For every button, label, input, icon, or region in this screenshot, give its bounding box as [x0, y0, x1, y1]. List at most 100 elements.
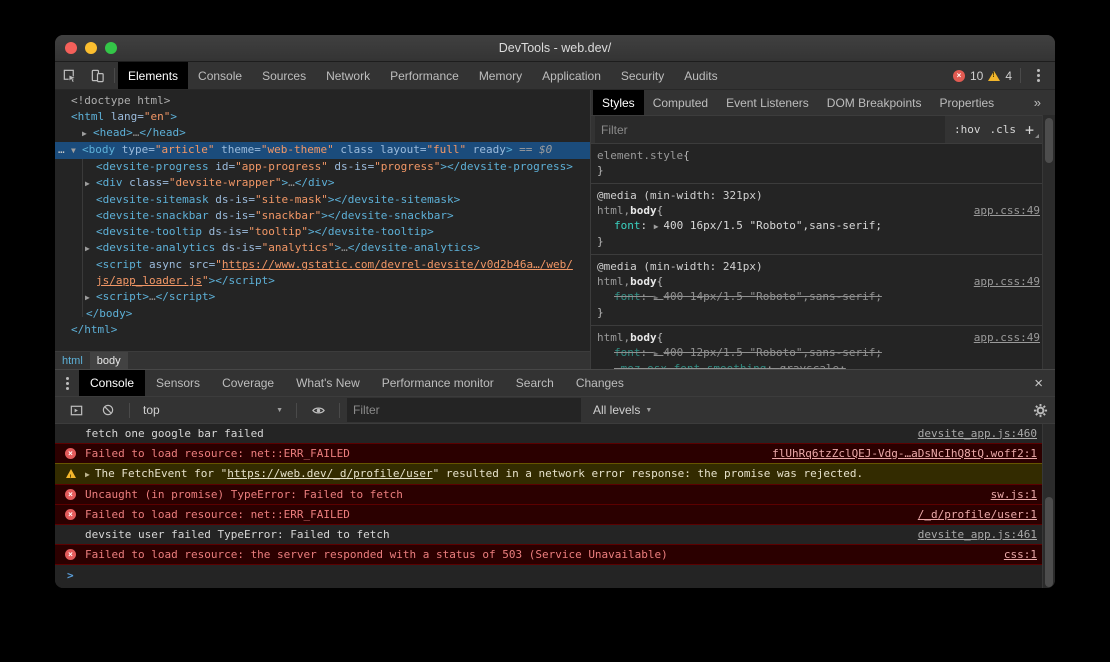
tab-elements[interactable]: Elements [118, 62, 188, 89]
inspect-element-icon[interactable] [55, 62, 83, 89]
source-location-link[interactable]: flUhRq6tzZclQEJ-Vdg-…aDsNcIhQ8tQ.woff2:1 [758, 447, 1037, 461]
styles-filter-input[interactable] [595, 116, 945, 143]
expand-shorthand-icon[interactable]: ▶ [654, 349, 664, 358]
source-location-link[interactable]: css:1 [990, 548, 1037, 562]
drawer-tab-what-s-new[interactable]: What's New [285, 370, 371, 396]
expand-shorthand-icon[interactable]: ▶ [654, 222, 664, 231]
javascript-context-select[interactable]: top ▼ [137, 403, 289, 417]
tab-memory[interactable]: Memory [469, 62, 532, 89]
dom-tree-node[interactable]: ▶<devsite-analytics ds-is="analytics">…<… [55, 240, 590, 257]
toggle-element-state-button[interactable]: :hov [954, 123, 981, 136]
rule-selector[interactable]: element.style { [597, 148, 1040, 163]
sidebar-tab-styles[interactable]: Styles [593, 90, 644, 115]
source-location-link[interactable]: devsite_app.js:460 [904, 427, 1037, 441]
expand-shorthand-icon[interactable]: ▶ [654, 293, 664, 302]
stylesheet-link[interactable]: app.css:49 [964, 274, 1040, 289]
minimize-window-button[interactable] [85, 42, 97, 54]
css-property[interactable]: font: ▶ 400 14px/1.5 "Roboto",sans-serif… [597, 289, 1040, 305]
sidebar-tab-event-listeners[interactable]: Event Listeners [717, 90, 818, 115]
sidebar-tab-computed[interactable]: Computed [644, 90, 717, 115]
source-location-link[interactable]: devsite_app.js:461 [904, 528, 1037, 542]
dom-tree-node[interactable]: <devsite-sitemask ds-is="site-mask"></de… [55, 192, 590, 208]
stylesheet-link[interactable]: app.css:49 [964, 203, 1040, 218]
dom-tree-node[interactable]: …▼<body type="article" theme="web-theme"… [55, 142, 590, 159]
sidebar-tab-properties[interactable]: Properties [930, 90, 1003, 115]
resource-link[interactable]: https://www.gstatic.com/devrel-devsite/v… [222, 258, 573, 271]
source-location-link[interactable]: sw.js:1 [977, 488, 1037, 502]
sidebar-tab-dom-breakpoints[interactable]: DOM Breakpoints [818, 90, 931, 115]
error-count-icon[interactable]: × [953, 70, 965, 82]
tab-audits[interactable]: Audits [674, 62, 727, 89]
crumb-body[interactable]: body [90, 352, 128, 369]
rule-selector[interactable]: html, body {app.css:49 [597, 274, 1040, 289]
error-count[interactable]: 10 [970, 69, 983, 83]
log-levels-select[interactable]: All levels ▼ [585, 403, 652, 417]
clear-console-icon[interactable] [94, 403, 122, 417]
rule-selector[interactable]: html, body {app.css:49 [597, 203, 1040, 218]
drawer-tab-sensors[interactable]: Sensors [145, 370, 211, 396]
css-property[interactable]: font: ▶ 400 16px/1.5 "Roboto",sans-serif… [597, 218, 1040, 234]
close-drawer-icon[interactable]: × [1022, 370, 1055, 396]
dom-tree-node[interactable]: <script async src="https://www.gstatic.c… [55, 257, 590, 273]
new-style-rule-button[interactable]: + [1025, 121, 1039, 139]
close-window-button[interactable] [65, 42, 77, 54]
drawer-tab-search[interactable]: Search [505, 370, 565, 396]
styles-scrollbar[interactable] [1042, 115, 1055, 369]
live-expression-eye-icon[interactable] [304, 403, 332, 418]
console-settings-gear-icon[interactable] [1033, 403, 1048, 418]
console-prompt[interactable]: > [55, 565, 1055, 582]
code-token: </head> [139, 126, 185, 139]
crumb-html[interactable]: html [55, 352, 90, 369]
drawer-tab-coverage[interactable]: Coverage [211, 370, 285, 396]
expand-arrow-icon[interactable]: ▶ [85, 290, 96, 306]
css-property[interactable]: font: ▶ 400 12px/1.5 "Roboto",sans-serif… [597, 345, 1040, 361]
tab-application[interactable]: Application [532, 62, 611, 89]
rule-selector[interactable]: html, body {app.css:49 [597, 330, 1040, 345]
drawer-menu-icon[interactable] [55, 370, 79, 396]
customize-devtools-icon[interactable] [1029, 67, 1047, 85]
styles-scrollbar-thumb[interactable] [1045, 118, 1053, 163]
tab-console[interactable]: Console [188, 62, 252, 89]
tab-sources[interactable]: Sources [252, 62, 316, 89]
dom-tree-node[interactable]: <html lang="en"> [55, 109, 590, 125]
device-toolbar-icon[interactable] [83, 62, 111, 89]
dom-tree-node[interactable]: <devsite-snackbar ds-is="snackbar"></dev… [55, 208, 590, 224]
dom-tree-node[interactable]: js/app_loader.js"></script> [55, 273, 590, 289]
property-colon: : [641, 290, 654, 303]
css-property[interactable]: -moz-osx-font-smoothing: grayscale; [597, 361, 1040, 369]
element-classes-button[interactable]: .cls [989, 123, 1016, 136]
more-tabs-icon[interactable]: » [1028, 90, 1055, 115]
tab-performance[interactable]: Performance [380, 62, 469, 89]
tab-network[interactable]: Network [316, 62, 380, 89]
console-scrollbar-thumb[interactable] [1045, 497, 1053, 587]
message-url-link[interactable]: https://web.dev/_d/profile/user [227, 467, 432, 480]
dom-tree-node[interactable]: </html> [55, 322, 590, 338]
console-sidebar-toggle-icon[interactable] [62, 403, 90, 418]
zoom-window-button[interactable] [105, 42, 117, 54]
dom-tree-node[interactable]: <!doctype html> [55, 93, 590, 109]
expand-arrow-icon[interactable]: ▶ [85, 241, 96, 257]
dom-tree-node[interactable]: <devsite-tooltip ds-is="tooltip"></devsi… [55, 224, 590, 240]
tab-security[interactable]: Security [611, 62, 674, 89]
stylesheet-link[interactable]: app.css:49 [964, 330, 1040, 345]
dom-tree-node[interactable]: <devsite-progress id="app-progress" ds-i… [55, 159, 590, 175]
dom-tree-node[interactable]: ▶<div class="devsite-wrapper">…</div> [55, 175, 590, 192]
expand-arrow-icon[interactable]: ▶ [85, 176, 96, 192]
dom-tree-node[interactable]: ▶<head>…</head> [55, 125, 590, 142]
dom-tree-node[interactable]: </body> [55, 306, 590, 322]
prompt-chevron-icon: > [67, 569, 74, 582]
drawer-tab-performance-monitor[interactable]: Performance monitor [371, 370, 505, 396]
console-filter-input[interactable] [347, 398, 581, 422]
drawer-tab-console[interactable]: Console [79, 370, 145, 396]
console-scrollbar[interactable] [1042, 424, 1055, 588]
resource-link[interactable]: js/app_loader.js [96, 274, 202, 287]
dom-tree-node[interactable]: ▶<script>…</script> [55, 289, 590, 306]
source-location-link[interactable]: /_d/profile/user:1 [904, 508, 1037, 522]
collapse-arrow-icon[interactable]: ▼ [71, 143, 82, 159]
expand-arrow-icon[interactable]: ▶ [82, 126, 93, 142]
warning-count[interactable]: 4 [1005, 69, 1012, 83]
code-token: src [182, 258, 209, 271]
expand-arrow-icon[interactable]: ▶ [85, 468, 95, 482]
warning-count-icon[interactable] [988, 71, 1000, 81]
drawer-tab-changes[interactable]: Changes [565, 370, 635, 396]
